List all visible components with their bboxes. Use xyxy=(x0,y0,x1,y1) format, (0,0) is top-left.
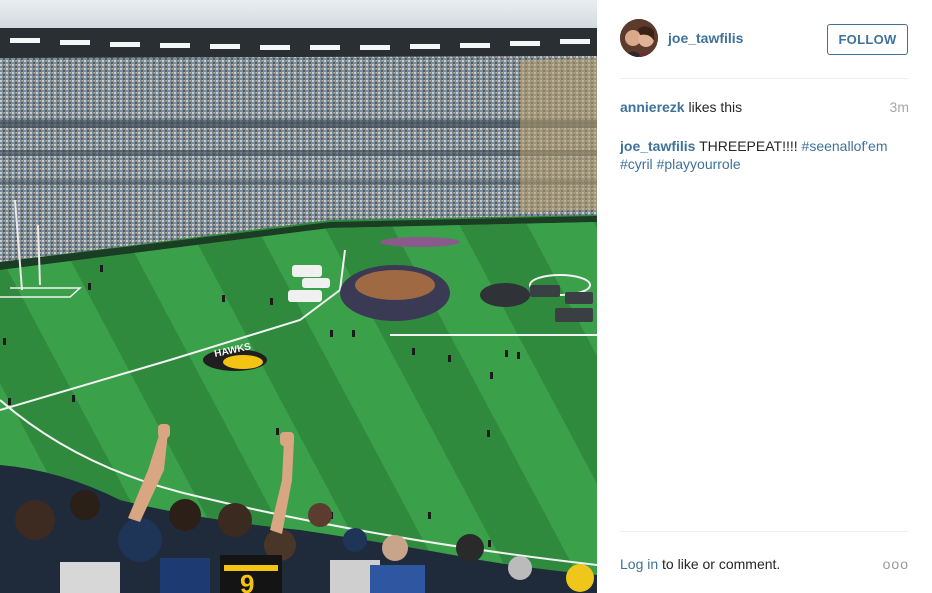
liker-username[interactable]: annierezk xyxy=(620,99,685,115)
post-details-panel: joe_tawfilis FOLLOW annierezk likes this… xyxy=(597,0,932,593)
avatar-image xyxy=(620,19,658,57)
likes-suffix: likes this xyxy=(684,99,743,115)
avatar[interactable] xyxy=(620,19,658,57)
comment-prompt: Log in to like or comment. ooo xyxy=(620,556,909,572)
hashtag-link[interactable]: #seenallof'em xyxy=(802,138,888,154)
hashtag-link[interactable]: #playyourrole xyxy=(657,156,741,172)
caption-text: THREEPEAT!!!! xyxy=(695,138,802,154)
likes-row: annierezk likes this 3m xyxy=(620,99,909,115)
comment-prompt-suffix: to like or comment. xyxy=(658,556,781,572)
divider xyxy=(620,78,909,79)
post-author-username[interactable]: joe_tawfilis xyxy=(668,30,743,46)
post-timestamp[interactable]: 3m xyxy=(890,99,909,115)
post-header: joe_tawfilis FOLLOW xyxy=(620,17,909,62)
post-caption: joe_tawfilis THREEPEAT!!!! #seenallof'em… xyxy=(620,137,909,173)
post-photo: HAWKS 9 xyxy=(0,0,597,593)
login-link[interactable]: Log in xyxy=(620,556,658,572)
divider xyxy=(620,531,909,532)
hashtag-link[interactable]: #cyril xyxy=(620,156,653,172)
caption-author[interactable]: joe_tawfilis xyxy=(620,138,695,154)
stadium-photo: HAWKS 9 xyxy=(0,0,597,593)
svg-text:9: 9 xyxy=(240,569,254,593)
follow-button[interactable]: FOLLOW xyxy=(827,24,908,55)
more-options-icon[interactable]: ooo xyxy=(883,556,909,572)
